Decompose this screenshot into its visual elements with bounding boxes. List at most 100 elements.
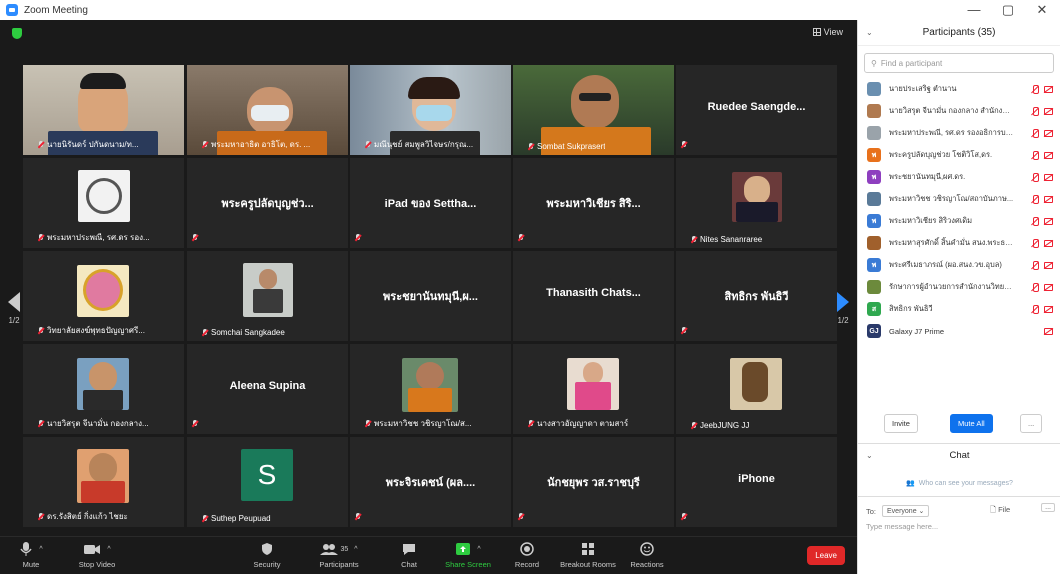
participant-row[interactable]: นายวิสรุต จีนามั่น กองกลาง สำนักงาน... — [858, 100, 1060, 122]
mic-muted-icon[interactable] — [1031, 194, 1039, 204]
share-screen-button[interactable]: ^ Share Screen — [438, 541, 498, 569]
reactions-button[interactable]: Reactions — [617, 541, 677, 569]
close-button[interactable]: ✕ — [1032, 2, 1052, 18]
invite-button[interactable]: Invite — [884, 413, 918, 433]
participant-name: พระมหาวิเชียร สิริวงศเดิม — [889, 216, 973, 225]
video-tile[interactable]: พระมหาวิเชียร สิริ... — [513, 158, 674, 248]
window-title: Zoom Meeting — [24, 4, 88, 16]
breakout-rooms-label: Breakout Rooms — [560, 560, 616, 569]
participant-search-input[interactable]: ⚲ Find a participant — [864, 53, 1054, 73]
video-tile[interactable]: Sombat Sukprasert — [513, 65, 674, 155]
video-tile[interactable]: พระครูปลัดบุญช่ว... — [187, 158, 348, 248]
mic-muted-icon[interactable] — [1031, 238, 1039, 248]
participant-row[interactable]: นายประเสริฐ ตำนาน — [858, 78, 1060, 100]
video-tile[interactable]: พระชยานันทมุนี,ผ... — [350, 251, 511, 341]
people-icon — [320, 544, 339, 555]
video-tile[interactable]: พระมหาวิชช วชิรญาโณ/ส... — [350, 344, 511, 434]
chat-more-button[interactable]: ... — [1041, 503, 1055, 512]
mic-muted-icon[interactable] — [1031, 84, 1039, 94]
mic-muted-icon — [365, 140, 371, 149]
video-tile[interactable]: JeebJUNG JJ — [676, 344, 837, 434]
record-button[interactable]: Record — [497, 541, 557, 569]
mute-button[interactable]: ^ Mute — [6, 541, 56, 569]
video-tile[interactable]: Nites Sananraree — [676, 158, 837, 248]
participant-row[interactable]: พ พระศรีเมธาภรณ์ (ผอ.สนง.วข.อุบล) — [858, 254, 1060, 276]
mic-muted-icon[interactable] — [1031, 150, 1039, 160]
video-tile[interactable]: iPad ของ Settha... — [350, 158, 511, 248]
video-tile[interactable]: นักชยุพร วส.ราชบุรี — [513, 437, 674, 527]
person-figure — [571, 75, 619, 129]
encryption-shield-icon[interactable] — [12, 28, 22, 39]
mute-all-button[interactable]: Mute All — [950, 413, 993, 433]
mic-muted-icon[interactable] — [1031, 172, 1039, 182]
avatar — [867, 104, 881, 118]
video-off-icon — [1044, 151, 1053, 159]
shirt-shape — [81, 481, 125, 503]
participant-row[interactable]: พระมหาประพณี, รศ.ดร รองอธิการบดี... — [858, 122, 1060, 144]
video-tile[interactable]: พระมหาประพณี, รศ.ดร รอง... — [23, 158, 184, 248]
video-tile[interactable]: นายนิรันดร์ ปกันดนาม/ท... — [23, 65, 184, 155]
mic-muted-icon — [38, 419, 44, 428]
mic-muted-icon[interactable] — [1031, 128, 1039, 138]
breakout-rooms-button[interactable]: Breakout Rooms — [558, 541, 618, 569]
video-tile[interactable]: นายวิสรุต จีนามั่น กองกลาง... — [23, 344, 184, 434]
grid-icon — [812, 28, 821, 36]
video-tile[interactable]: มณีนุชย์ สมพูลวิไจษร/กรุณ... — [350, 65, 511, 155]
more-options-button[interactable]: ... — [1020, 413, 1043, 433]
video-tile[interactable]: Aleena Supina — [187, 344, 348, 434]
video-tile[interactable]: สิทธิกร พันธิวี — [676, 251, 837, 341]
chat-message-input[interactable]: Type message here... — [866, 522, 938, 531]
video-tile[interactable]: Thanasith Chats... — [513, 251, 674, 341]
tile-name-label: นายนิรันดร์ ปกันดนาม/ท... — [38, 138, 139, 151]
leave-button[interactable]: Leave — [807, 546, 845, 565]
participant-row[interactable]: พ พระมหาวิเชียร สิริวงศเดิม — [858, 210, 1060, 232]
participant-row[interactable]: ส สิทธิกร พันธิวี — [858, 298, 1060, 320]
mic-muted-icon[interactable] — [1031, 304, 1039, 314]
video-tile[interactable]: ดร.รังสิตย์ กิ่งแก้ว ไชยะ — [23, 437, 184, 527]
video-tile[interactable]: Somchai Sangkadee — [187, 251, 348, 341]
maximize-button[interactable]: ▢ — [998, 2, 1018, 18]
title-bar: Zoom Meeting — ▢ ✕ — [0, 0, 1060, 20]
video-tile[interactable]: นางสาวอัญญาดา ตามสาร์ — [513, 344, 674, 434]
record-icon — [520, 542, 534, 556]
mic-muted-icon — [691, 421, 697, 430]
video-tile[interactable]: iPhone — [676, 437, 837, 527]
stop-video-button[interactable]: ^ Stop Video — [67, 541, 127, 569]
participant-row[interactable]: พระมหาวิชช วชิรญาโณ/สถาบันภาษ... — [858, 188, 1060, 210]
participant-row[interactable]: พ พระครูปลัดบุญช่วย โชติวิโส,ดร. — [858, 144, 1060, 166]
participant-row[interactable]: GJ Galaxy J7 Prime — [858, 320, 1060, 342]
file-button[interactable]: 🗋 File — [990, 504, 1010, 517]
tile-name-label: ดร.รังสิตย์ กิ่งแก้ว ไชยะ — [38, 510, 128, 523]
chat-button[interactable]: Chat — [379, 541, 439, 569]
recipient-select[interactable]: Everyone ⌄ — [882, 505, 930, 517]
mic-muted-icon[interactable] — [1031, 216, 1039, 226]
video-tile[interactable]: S Suthep Peupuad — [187, 437, 348, 527]
participants-button[interactable]: 35 ^ Participants — [309, 541, 369, 569]
view-button[interactable]: View — [812, 27, 843, 37]
chevron-down-icon[interactable]: ⌄ — [866, 451, 873, 460]
previous-page-button[interactable]: 1/2 — [4, 292, 24, 325]
mic-muted-icon[interactable] — [1031, 282, 1039, 292]
video-tile[interactable]: พระมหาอาธิต อาธิโต, ดร. ... — [187, 65, 348, 155]
video-tile[interactable]: พระจิรเดชน์ (ผล.... — [350, 437, 511, 527]
participant-row[interactable]: พ พระชยานันทมุนี,ผศ.ดร. — [858, 166, 1060, 188]
tile-center-name: พระจิรเดชน์ (ผล.... — [385, 477, 476, 489]
mic-muted-icon — [355, 234, 361, 242]
mic-muted-icon — [38, 140, 44, 149]
video-tile[interactable]: Ruedee Saengde... — [676, 65, 837, 155]
mic-muted-icon — [365, 419, 371, 428]
participant-row[interactable]: พระมหาสุรศักดิ์ สิ้นคํามั่น สนง.พระธรรม.… — [858, 232, 1060, 254]
who-can-see-link[interactable]: 👥 Who can see your messages? — [906, 479, 1013, 488]
tile-center-name: พระมหาวิเชียร สิริ... — [546, 198, 641, 210]
mic-muted-icon — [528, 419, 534, 428]
chevron-down-icon[interactable]: ⌄ — [866, 28, 873, 37]
participant-row[interactable]: รักษาการผู้อำนวยการสำนักงานวิทยา... — [858, 276, 1060, 298]
participant-name: พระชยานันทมุนี,ผศ.ดร. — [889, 172, 966, 181]
minimize-button[interactable]: — — [964, 2, 984, 18]
tile-name-label: มณีนุชย์ สมพูลวิไจษร/กรุณ... — [365, 138, 473, 151]
mic-muted-icon[interactable] — [1031, 106, 1039, 116]
video-tile[interactable]: วิทยาลัยสงฆ์พุทธปัญญาศรี... — [23, 251, 184, 341]
mic-muted-icon[interactable] — [1031, 260, 1039, 270]
security-button[interactable]: Security — [237, 541, 297, 569]
mic-muted-icon — [202, 514, 208, 523]
